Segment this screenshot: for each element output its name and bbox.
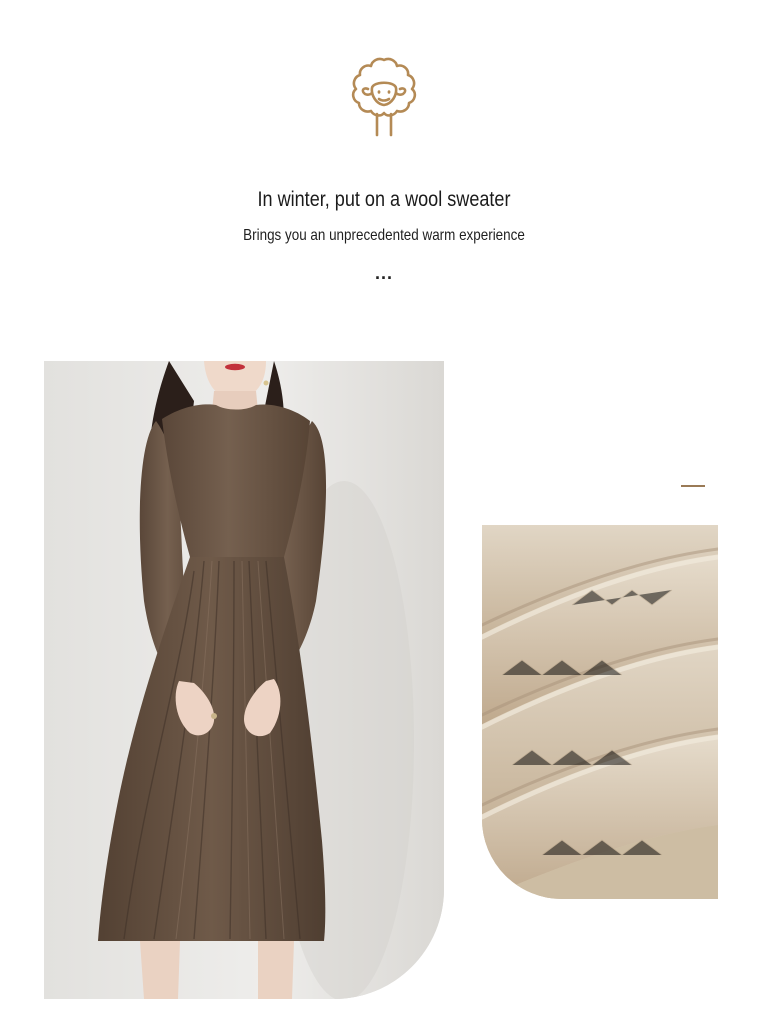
ellipsis-divider: ... <box>374 263 393 283</box>
accent-line <box>681 485 705 487</box>
fabric-closeup-photo <box>482 525 718 899</box>
sheep-logo <box>346 55 422 139</box>
sheep-icon <box>351 57 417 137</box>
subheadline: Brings you an unprecedented warm experie… <box>243 227 525 244</box>
headline: In winter, put on a wool sweater <box>257 188 511 211</box>
model-photo <box>44 361 444 999</box>
